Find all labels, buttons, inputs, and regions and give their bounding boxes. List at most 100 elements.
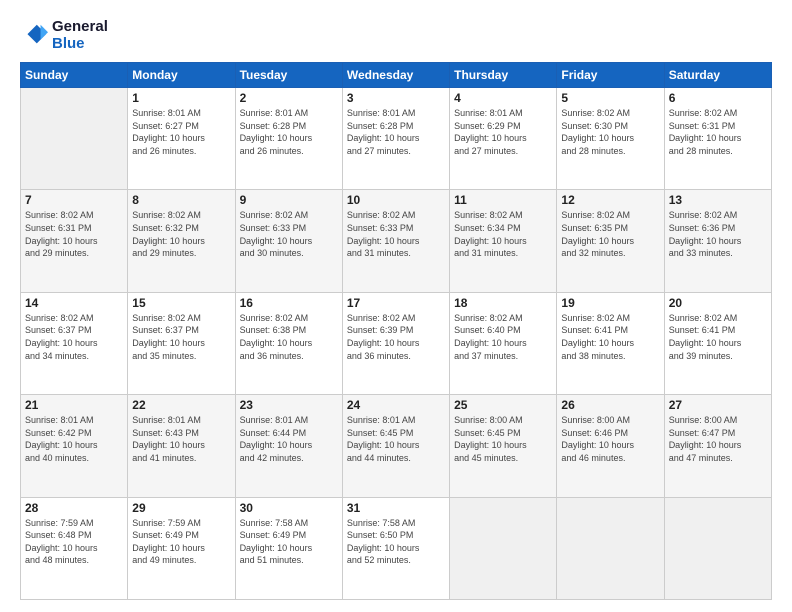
day-number: 26 [561, 398, 659, 412]
calendar-cell [664, 497, 771, 599]
day-info: Sunrise: 8:02 AM Sunset: 6:32 PM Dayligh… [132, 209, 230, 259]
day-info: Sunrise: 8:02 AM Sunset: 6:34 PM Dayligh… [454, 209, 552, 259]
day-info: Sunrise: 7:59 AM Sunset: 6:49 PM Dayligh… [132, 517, 230, 567]
day-info: Sunrise: 8:01 AM Sunset: 6:28 PM Dayligh… [240, 107, 338, 157]
day-info: Sunrise: 8:02 AM Sunset: 6:31 PM Dayligh… [25, 209, 123, 259]
day-number: 29 [132, 501, 230, 515]
day-info: Sunrise: 7:58 AM Sunset: 6:50 PM Dayligh… [347, 517, 445, 567]
weekday-header-wednesday: Wednesday [342, 63, 449, 88]
calendar-cell: 11 Sunrise: 8:02 AM Sunset: 6:34 PM Dayli… [450, 190, 557, 292]
day-number: 10 [347, 193, 445, 207]
day-number: 12 [561, 193, 659, 207]
logo-icon [20, 21, 48, 49]
day-info: Sunrise: 8:01 AM Sunset: 6:45 PM Dayligh… [347, 414, 445, 464]
day-number: 15 [132, 296, 230, 310]
day-info: Sunrise: 8:01 AM Sunset: 6:29 PM Dayligh… [454, 107, 552, 157]
day-info: Sunrise: 8:01 AM Sunset: 6:43 PM Dayligh… [132, 414, 230, 464]
calendar-cell: 22 Sunrise: 8:01 AM Sunset: 6:43 PM Dayli… [128, 395, 235, 497]
calendar-cell: 29 Sunrise: 7:59 AM Sunset: 6:49 PM Dayli… [128, 497, 235, 599]
day-number: 27 [669, 398, 767, 412]
logo-text: General Blue [52, 18, 108, 52]
calendar-cell: 30 Sunrise: 7:58 AM Sunset: 6:49 PM Dayli… [235, 497, 342, 599]
day-number: 18 [454, 296, 552, 310]
logo: General Blue [20, 18, 108, 52]
week-row-5: 28 Sunrise: 7:59 AM Sunset: 6:48 PM Dayli… [21, 497, 772, 599]
header: General Blue [20, 18, 772, 52]
day-number: 30 [240, 501, 338, 515]
day-info: Sunrise: 8:02 AM Sunset: 6:30 PM Dayligh… [561, 107, 659, 157]
day-info: Sunrise: 8:02 AM Sunset: 6:40 PM Dayligh… [454, 312, 552, 362]
day-number: 28 [25, 501, 123, 515]
calendar-cell: 13 Sunrise: 8:02 AM Sunset: 6:36 PM Dayli… [664, 190, 771, 292]
calendar-cell: 19Sunrise: 8:02 AM Sunset: 6:41 PM Dayli… [557, 292, 664, 394]
calendar-cell: 20 Sunrise: 8:02 AM Sunset: 6:41 PM Dayli… [664, 292, 771, 394]
day-number: 1 [132, 91, 230, 105]
day-number: 20 [669, 296, 767, 310]
day-number: 9 [240, 193, 338, 207]
day-info: Sunrise: 8:02 AM Sunset: 6:39 PM Dayligh… [347, 312, 445, 362]
calendar-cell: 16 Sunrise: 8:02 AM Sunset: 6:38 PM Dayli… [235, 292, 342, 394]
calendar-cell: 6 Sunrise: 8:02 AM Sunset: 6:31 PM Daylig… [664, 88, 771, 190]
day-info: Sunrise: 7:58 AM Sunset: 6:49 PM Dayligh… [240, 517, 338, 567]
weekday-header-row: SundayMondayTuesdayWednesdayThursdayFrid… [21, 63, 772, 88]
day-info: Sunrise: 8:02 AM Sunset: 6:37 PM Dayligh… [25, 312, 123, 362]
calendar-cell: 21 Sunrise: 8:01 AM Sunset: 6:42 PM Dayli… [21, 395, 128, 497]
calendar-cell: 7Sunrise: 8:02 AM Sunset: 6:31 PM Daylig… [21, 190, 128, 292]
calendar-cell: 28 Sunrise: 7:59 AM Sunset: 6:48 PM Dayli… [21, 497, 128, 599]
calendar-page: General Blue SundayMondayTuesdayWednesda… [0, 0, 792, 612]
calendar-cell: 12Sunrise: 8:02 AM Sunset: 6:35 PM Dayli… [557, 190, 664, 292]
day-info: Sunrise: 7:59 AM Sunset: 6:48 PM Dayligh… [25, 517, 123, 567]
day-info: Sunrise: 8:00 AM Sunset: 6:47 PM Dayligh… [669, 414, 767, 464]
day-info: Sunrise: 8:02 AM Sunset: 6:37 PM Dayligh… [132, 312, 230, 362]
weekday-header-sunday: Sunday [21, 63, 128, 88]
day-number: 6 [669, 91, 767, 105]
calendar-cell: 5 Sunrise: 8:02 AM Sunset: 6:30 PM Daylig… [557, 88, 664, 190]
day-number: 3 [347, 91, 445, 105]
day-number: 11 [454, 193, 552, 207]
day-info: Sunrise: 8:00 AM Sunset: 6:45 PM Dayligh… [454, 414, 552, 464]
day-number: 24 [347, 398, 445, 412]
day-info: Sunrise: 8:02 AM Sunset: 6:31 PM Dayligh… [669, 107, 767, 157]
calendar-cell: 10 Sunrise: 8:02 AM Sunset: 6:33 PM Dayli… [342, 190, 449, 292]
calendar-cell [450, 497, 557, 599]
day-number: 13 [669, 193, 767, 207]
day-number: 23 [240, 398, 338, 412]
calendar-cell: 26 Sunrise: 8:00 AM Sunset: 6:46 PM Dayli… [557, 395, 664, 497]
day-info: Sunrise: 8:02 AM Sunset: 6:36 PM Dayligh… [669, 209, 767, 259]
calendar-cell: 4Sunrise: 8:01 AM Sunset: 6:29 PM Daylig… [450, 88, 557, 190]
weekday-header-saturday: Saturday [664, 63, 771, 88]
day-number: 14 [25, 296, 123, 310]
calendar-cell: 25Sunrise: 8:00 AM Sunset: 6:45 PM Dayli… [450, 395, 557, 497]
calendar-cell: 27 Sunrise: 8:00 AM Sunset: 6:47 PM Dayli… [664, 395, 771, 497]
calendar-cell [21, 88, 128, 190]
day-info: Sunrise: 8:02 AM Sunset: 6:33 PM Dayligh… [347, 209, 445, 259]
weekday-header-friday: Friday [557, 63, 664, 88]
calendar-cell: 18 Sunrise: 8:02 AM Sunset: 6:40 PM Dayli… [450, 292, 557, 394]
day-number: 5 [561, 91, 659, 105]
day-number: 22 [132, 398, 230, 412]
day-info: Sunrise: 8:02 AM Sunset: 6:41 PM Dayligh… [669, 312, 767, 362]
day-number: 16 [240, 296, 338, 310]
calendar-cell: 3 Sunrise: 8:01 AM Sunset: 6:28 PM Daylig… [342, 88, 449, 190]
day-number: 21 [25, 398, 123, 412]
weekday-header-thursday: Thursday [450, 63, 557, 88]
day-info: Sunrise: 8:02 AM Sunset: 6:33 PM Dayligh… [240, 209, 338, 259]
week-row-1: 1Sunrise: 8:01 AM Sunset: 6:27 PM Daylig… [21, 88, 772, 190]
calendar-cell: 23Sunrise: 8:01 AM Sunset: 6:44 PM Dayli… [235, 395, 342, 497]
calendar-cell: 2 Sunrise: 8:01 AM Sunset: 6:28 PM Daylig… [235, 88, 342, 190]
day-info: Sunrise: 8:00 AM Sunset: 6:46 PM Dayligh… [561, 414, 659, 464]
day-number: 31 [347, 501, 445, 515]
calendar-cell: 9 Sunrise: 8:02 AM Sunset: 6:33 PM Daylig… [235, 190, 342, 292]
day-number: 19 [561, 296, 659, 310]
calendar-cell: 14 Sunrise: 8:02 AM Sunset: 6:37 PM Dayli… [21, 292, 128, 394]
day-info: Sunrise: 8:01 AM Sunset: 6:28 PM Dayligh… [347, 107, 445, 157]
calendar-cell: 31 Sunrise: 7:58 AM Sunset: 6:50 PM Dayli… [342, 497, 449, 599]
calendar-cell: 15 Sunrise: 8:02 AM Sunset: 6:37 PM Dayli… [128, 292, 235, 394]
day-number: 17 [347, 296, 445, 310]
day-number: 2 [240, 91, 338, 105]
calendar-cell [557, 497, 664, 599]
day-info: Sunrise: 8:01 AM Sunset: 6:42 PM Dayligh… [25, 414, 123, 464]
day-info: Sunrise: 8:02 AM Sunset: 6:38 PM Dayligh… [240, 312, 338, 362]
weekday-header-tuesday: Tuesday [235, 63, 342, 88]
weekday-header-monday: Monday [128, 63, 235, 88]
